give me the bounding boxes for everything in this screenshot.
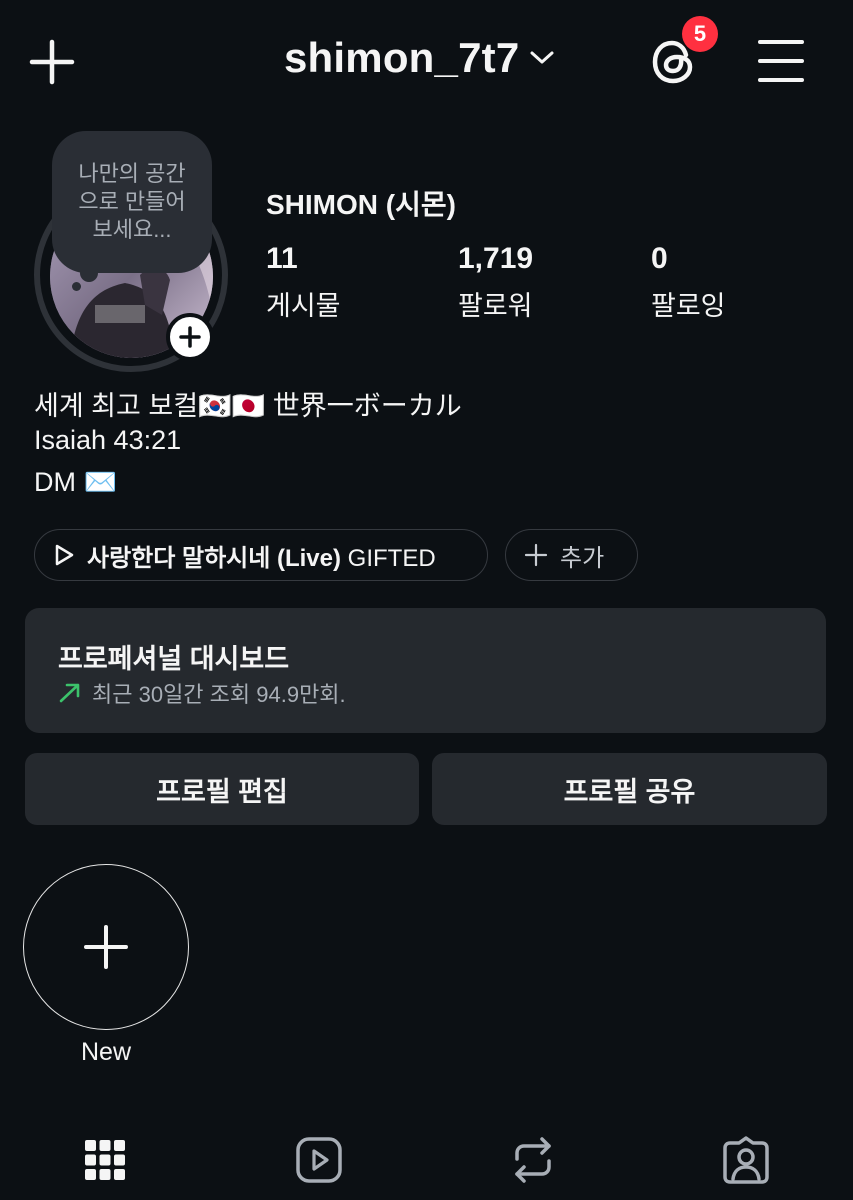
plus-icon <box>524 543 548 567</box>
play-icon <box>55 544 74 566</box>
followers-count[interactable]: 1,719 <box>458 242 533 276</box>
display-name: SHIMON (시몬) <box>266 189 456 220</box>
plus-icon <box>179 326 201 348</box>
add-label: 추가 <box>560 544 605 572</box>
note-bubble[interactable]: 나만의 공간으로 만들어보세요... <box>52 131 212 273</box>
tab-tagged[interactable] <box>716 1132 776 1188</box>
dashboard-subtitle-row: 최근 30일간 조회 94.9만회. <box>58 677 346 709</box>
tab-reposts[interactable] <box>503 1132 563 1188</box>
bio-line-1: 세계 최고 보컬🇰🇷🇯🇵 世界一ボーカル <box>34 391 462 421</box>
plus-icon <box>29 39 75 85</box>
chevron-down-icon <box>530 51 554 64</box>
share-profile-button[interactable]: 프로필 공유 <box>432 753 827 825</box>
music-title: 사랑한다 말하시네 (Live) <box>87 544 341 572</box>
following-count[interactable]: 0 <box>651 242 668 276</box>
dashboard-title: 프로페셔널 대시보드 <box>58 644 290 674</box>
add-link-chip[interactable]: 추가 <box>505 529 638 581</box>
following-label[interactable]: 팔로잉 <box>651 284 726 323</box>
bio-line-3: DM ✉️ <box>34 467 118 497</box>
hamburger-menu-icon <box>758 40 804 82</box>
tab-posts-grid[interactable] <box>75 1132 135 1188</box>
add-story-button[interactable] <box>166 313 214 361</box>
posts-count: 11 <box>266 242 298 275</box>
new-highlight-label: New <box>80 1038 131 1066</box>
note-tail-dot <box>72 282 81 291</box>
note-text: 나만의 공간으로 만들어보세요... <box>78 161 186 242</box>
repost-icon <box>515 1137 551 1183</box>
trending-up-icon <box>59 683 80 703</box>
tab-reels[interactable] <box>289 1132 349 1188</box>
profile-music-chip[interactable]: 사랑한다 말하시네 (Live) GIFTED <box>34 529 488 581</box>
music-artist: GIFTED <box>347 544 436 572</box>
create-button[interactable] <box>28 38 76 86</box>
dashboard-subtitle: 최근 30일간 조회 94.9만회. <box>92 682 346 707</box>
menu-button[interactable] <box>756 38 806 84</box>
plus-icon <box>84 925 128 969</box>
edit-profile-button[interactable]: 프로필 편집 <box>25 753 419 825</box>
grid-icon <box>85 1140 125 1180</box>
username-label: shimon_7t7 <box>284 34 520 81</box>
new-highlight-button[interactable] <box>23 864 189 1030</box>
reels-icon <box>296 1137 342 1183</box>
bio-line-2: Isaiah 43:21 <box>34 425 182 455</box>
notification-badge: 5 <box>682 16 718 52</box>
note-tail <box>80 264 98 282</box>
account-switcher[interactable]: shimon_7t7 <box>284 34 555 82</box>
followers-label[interactable]: 팔로워 <box>458 284 533 323</box>
tagged-person-icon <box>723 1136 769 1184</box>
posts-label: 게시물 <box>266 291 341 321</box>
